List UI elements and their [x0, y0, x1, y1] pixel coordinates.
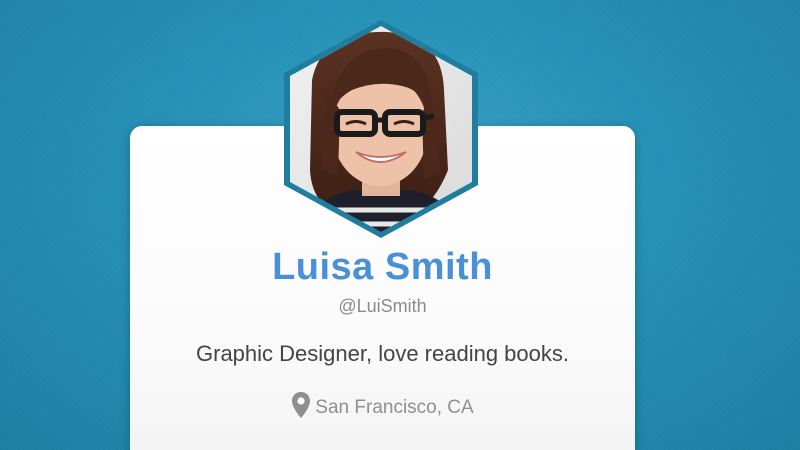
profile-handle[interactable]: @LuiSmith [130, 296, 635, 317]
avatar[interactable] [282, 20, 480, 238]
profile-name: Luisa Smith [272, 246, 493, 288]
map-pin-icon [292, 392, 311, 418]
hexagon-avatar-frame [284, 20, 478, 238]
profile-bio: Graphic Designer, love reading books. [196, 341, 569, 366]
location-label: San Francisco, CA [315, 397, 474, 418]
profile-location: San Francisco, CA [130, 391, 635, 419]
